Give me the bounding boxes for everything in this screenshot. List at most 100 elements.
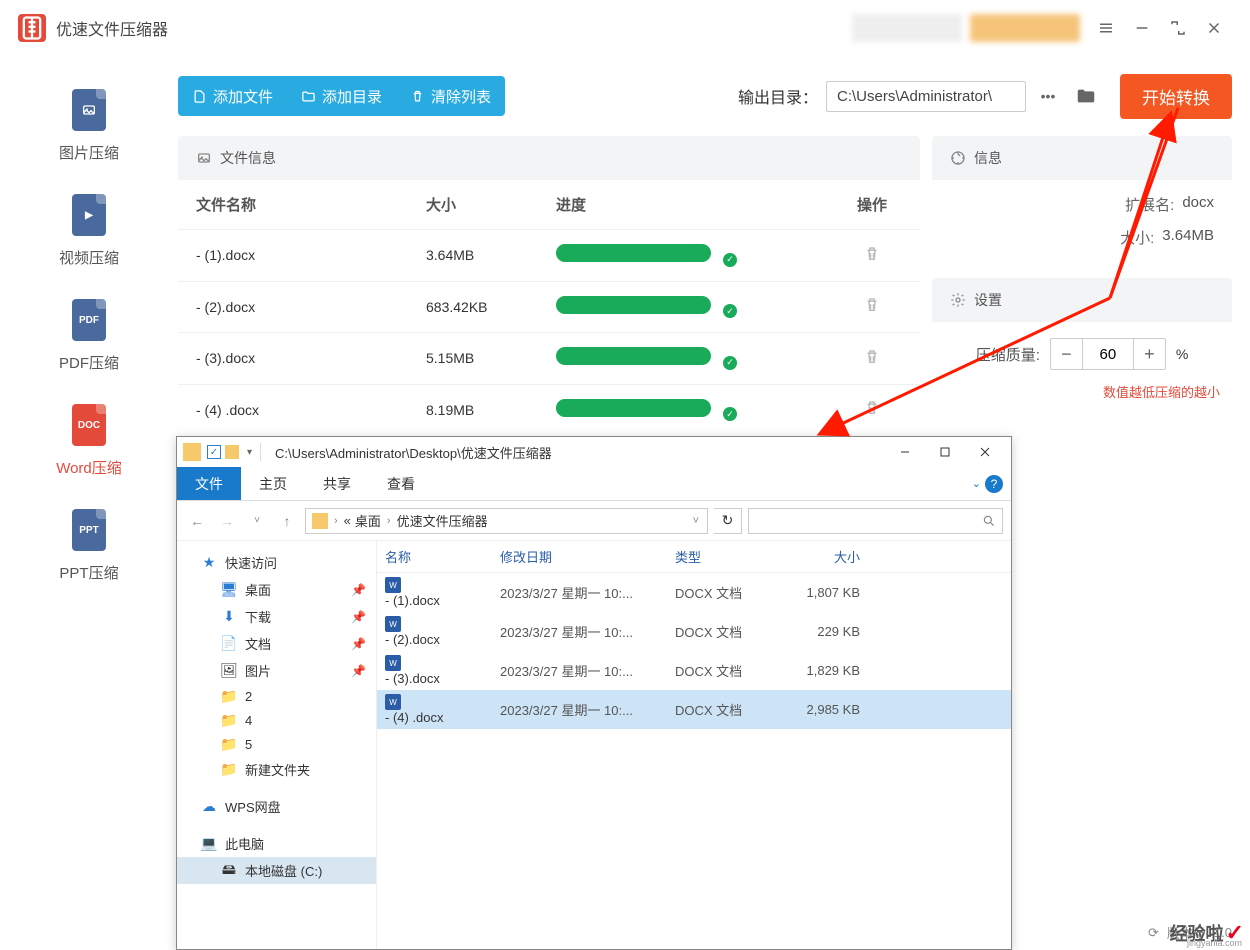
file-size: 683.42KB: [426, 299, 556, 315]
crumb[interactable]: 优速文件压缩器: [397, 511, 488, 530]
ribbon-tab-file[interactable]: 文件: [177, 467, 241, 500]
docx-icon: W: [385, 577, 401, 593]
check-icon[interactable]: ✓: [207, 445, 221, 459]
col-type[interactable]: 类型: [675, 547, 775, 566]
ribbon-help[interactable]: ⌄?: [972, 475, 1003, 493]
clear-list-button[interactable]: 清除列表: [396, 76, 505, 116]
side-documents[interactable]: 📄文档📌: [177, 630, 376, 657]
sidebar-item-word-compress[interactable]: DOC Word压缩: [0, 383, 178, 488]
sidebar-item-ppt-compress[interactable]: PPT PPT压缩: [0, 488, 178, 593]
table-row[interactable]: - (4) .docx 8.19MB ✓: [178, 384, 920, 436]
explorer-maximize[interactable]: [925, 438, 965, 466]
folder-icon: [312, 513, 328, 529]
down-arrow-icon[interactable]: ▾: [245, 445, 254, 460]
maximize-button[interactable]: [1160, 10, 1196, 46]
address-box[interactable]: › « 桌面 › 优速文件压缩器 ˅: [305, 508, 708, 534]
delete-button[interactable]: [842, 399, 902, 420]
image-icon: [72, 89, 106, 131]
explorer-minimize[interactable]: [885, 438, 925, 466]
pin-icon: 📌: [351, 637, 366, 651]
menu-button[interactable]: [1088, 10, 1124, 46]
file-size: 8.19MB: [426, 402, 556, 418]
explorer-search[interactable]: [748, 508, 1003, 534]
sidebar-item-image-compress[interactable]: 图片压缩: [0, 68, 178, 173]
delete-button[interactable]: [842, 296, 902, 317]
explorer-row[interactable]: W- (2).docx 2023/3/27 星期一 10:... DOCX 文档…: [377, 612, 1011, 651]
sidebar-item-label: PPT压缩: [59, 562, 118, 583]
side-quick-access[interactable]: ★快速访问: [177, 549, 376, 576]
col-name[interactable]: 名称: [385, 547, 500, 566]
cloud-icon: ☁: [201, 799, 217, 815]
ribbon-tab-home[interactable]: 主页: [241, 467, 305, 500]
obscured-area: [970, 14, 1080, 42]
output-path-field[interactable]: C:\Users\Administrator\: [826, 81, 1026, 112]
sidebar-item-video-compress[interactable]: ▶ 视频压缩: [0, 173, 178, 278]
explorer-window: ✓ ▾ C:\Users\Administrator\Desktop\优速文件压…: [176, 436, 1012, 950]
start-convert-button[interactable]: 开始转换: [1120, 74, 1232, 119]
crumb[interactable]: 桌面: [355, 511, 381, 530]
side-folder-4[interactable]: 📁4: [177, 708, 376, 732]
browse-button[interactable]: •••: [1032, 80, 1064, 112]
table-row[interactable]: - (1).docx 3.64MB ✓: [178, 229, 920, 281]
ribbon-tab-share[interactable]: 共享: [305, 467, 369, 500]
folder-icon: 📁: [221, 762, 237, 778]
pdf-icon: PDF: [72, 299, 106, 341]
explorer-row[interactable]: W- (1).docx 2023/3/27 星期一 10:... DOCX 文档…: [377, 573, 1011, 612]
chevron-down-icon[interactable]: ˅: [691, 515, 701, 527]
side-new-folder[interactable]: 📁新建文件夹: [177, 756, 376, 783]
done-icon: ✓: [723, 407, 737, 421]
delete-button[interactable]: [842, 245, 902, 266]
side-this-pc[interactable]: 💻此电脑: [177, 830, 376, 857]
explorer-list-head: 名称 修改日期 类型 大小: [377, 541, 1011, 573]
close-button[interactable]: [1196, 10, 1232, 46]
side-folder-2[interactable]: 📁2: [177, 684, 376, 708]
add-dir-label: 添加目录: [322, 86, 382, 107]
folder-icon: 📁: [221, 688, 237, 704]
explorer-row[interactable]: W- (4) .docx 2023/3/27 星期一 10:... DOCX 文…: [377, 690, 1011, 729]
docx-icon: W: [385, 655, 401, 671]
table-row[interactable]: - (3).docx 5.15MB ✓: [178, 332, 920, 384]
explorer-row[interactable]: W- (3).docx 2023/3/27 星期一 10:... DOCX 文档…: [377, 651, 1011, 690]
refresh-icon[interactable]: ⟳: [1148, 925, 1159, 941]
minimize-button[interactable]: [1124, 10, 1160, 46]
sidebar-item-label: 图片压缩: [59, 142, 119, 163]
forward-button[interactable]: →: [215, 509, 239, 533]
delete-button[interactable]: [842, 348, 902, 369]
crumb[interactable]: «: [344, 513, 351, 528]
up-button[interactable]: ↑: [275, 509, 299, 533]
pictures-icon: 🖼: [221, 663, 237, 679]
folder-icon: 📁: [221, 712, 237, 728]
desktop-icon: 🖥: [221, 582, 237, 598]
file-size: 3.64MB: [426, 247, 556, 263]
file-name: - (1).docx: [196, 247, 426, 263]
recent-dropdown[interactable]: ˅: [245, 509, 269, 533]
col-date[interactable]: 修改日期: [500, 547, 675, 566]
sidebar-item-pdf-compress[interactable]: PDF PDF压缩: [0, 278, 178, 383]
open-folder-button[interactable]: [1070, 80, 1102, 112]
quality-stepper[interactable]: − +: [1050, 338, 1166, 370]
increase-button[interactable]: +: [1133, 339, 1165, 369]
ribbon-tab-view[interactable]: 查看: [369, 467, 433, 500]
add-file-button[interactable]: 添加文件: [178, 76, 287, 116]
settings-header: 设置: [932, 278, 1232, 322]
back-button[interactable]: ←: [185, 509, 209, 533]
decrease-button[interactable]: −: [1051, 339, 1083, 369]
col-size[interactable]: 大小: [775, 547, 860, 566]
docx-icon: W: [385, 616, 401, 632]
clear-list-label: 清除列表: [431, 86, 491, 107]
done-icon: ✓: [723, 356, 737, 370]
side-wps[interactable]: ☁WPS网盘: [177, 793, 376, 820]
side-downloads[interactable]: ⬇下载📌: [177, 603, 376, 630]
progress-bar: [556, 296, 711, 314]
file-panel-title: 文件信息: [220, 148, 276, 168]
table-row[interactable]: - (2).docx 683.42KB ✓: [178, 281, 920, 333]
refresh-button[interactable]: ↻: [714, 508, 742, 534]
side-folder-5[interactable]: 📁5: [177, 732, 376, 756]
add-dir-button[interactable]: 添加目录: [287, 76, 396, 116]
side-pictures[interactable]: 🖼图片📌: [177, 657, 376, 684]
side-desktop[interactable]: 🖥桌面📌: [177, 576, 376, 603]
help-icon[interactable]: ?: [985, 475, 1003, 493]
side-c-drive[interactable]: 🖴本地磁盘 (C:): [177, 857, 376, 884]
explorer-close[interactable]: [965, 438, 1005, 466]
quality-input[interactable]: [1083, 346, 1133, 363]
